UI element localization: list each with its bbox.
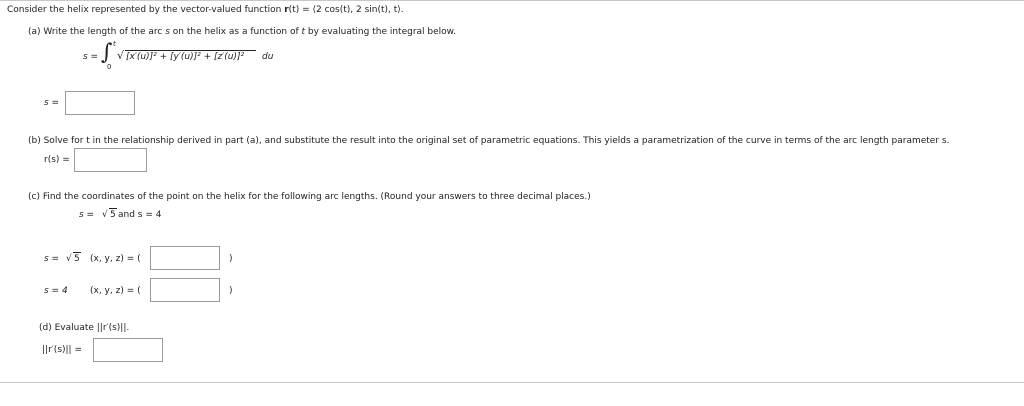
intro-lead: Consider the helix represented by the ve… <box>7 5 285 15</box>
problem-intro: Consider the helix represented by the ve… <box>7 4 404 16</box>
sqrt-icon: √ <box>117 49 125 62</box>
part-b-answer-input[interactable] <box>74 148 147 172</box>
given-s-label: s = <box>79 210 95 220</box>
part-d-prompt: (d) Evaluate ||r′(s)||. <box>39 323 130 333</box>
part-a-text-1: (a) Write the length of the arc <box>28 27 166 37</box>
part-b-answer-label: r(s) = <box>44 155 70 165</box>
intro-fn-def: (t) = ⟨2 cos(t), 2 sin(t), t⟩. <box>288 5 404 15</box>
sqrt-icon: √ <box>66 254 72 264</box>
row2-coords-input[interactable] <box>150 278 220 302</box>
part-d-answer-label: ||r′(s)|| = <box>42 345 82 355</box>
part-d-answer-input[interactable] <box>93 338 163 362</box>
integral-differential: du <box>262 52 274 62</box>
bottom-divider <box>0 382 1024 383</box>
row1-coords-label: (x, y, z) = ( <box>90 254 141 264</box>
part-a-prompt: (a) Write the length of the arc s on the… <box>28 26 456 38</box>
integral-upper-limit: t <box>113 40 116 48</box>
part-a-answer-label: s = <box>44 98 60 108</box>
top-divider <box>0 0 1024 1</box>
part-a-text-2: on the helix as a function of <box>169 27 302 37</box>
part-a-text-3: by evaluating the integral below. <box>305 27 457 37</box>
sqrt-icon: √ <box>102 210 108 220</box>
row1-radicand: 5 <box>74 254 80 264</box>
row1-close-paren: ) <box>229 254 233 264</box>
row2-s-label: s = 4 <box>44 286 68 296</box>
row2-coords-label: (x, y, z) = ( <box>90 286 141 296</box>
integral-lower-limit: 0 <box>107 63 112 71</box>
part-b-prompt: (b) Solve for t in the relationship deri… <box>28 136 950 146</box>
integral-sign-icon: ∫ <box>101 40 113 65</box>
row2-close-paren: ) <box>229 286 233 296</box>
given-radicand: 5 <box>110 210 116 220</box>
row1-s-label: s = <box>44 254 60 264</box>
given-rest: and s = 4 <box>118 210 162 220</box>
row1-coords-input[interactable] <box>150 246 220 270</box>
integrand: [x′(u)]² + [y′(u)]² + [z′(u)]² <box>126 52 245 62</box>
integral-lhs: s = <box>83 52 99 62</box>
part-c-prompt: (c) Find the coordinates of the point on… <box>28 192 591 202</box>
part-a-answer-input[interactable] <box>65 91 135 115</box>
